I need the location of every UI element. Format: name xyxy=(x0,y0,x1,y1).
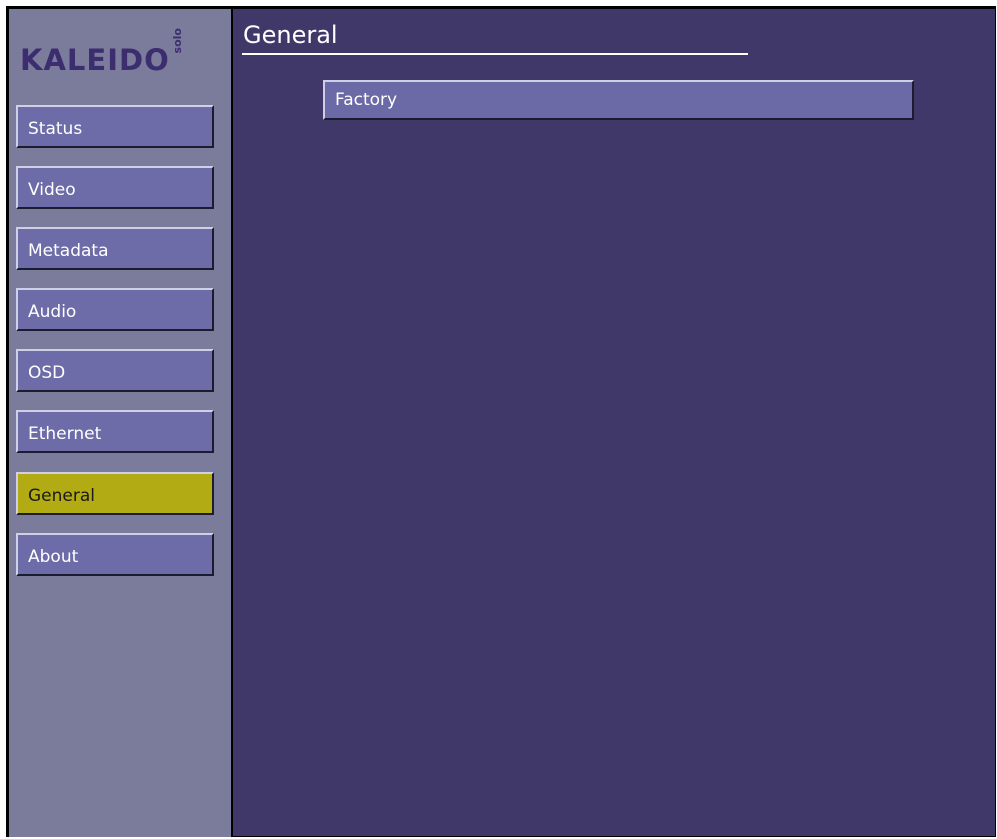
kaleido-logo: KALEIDO solo xyxy=(20,26,184,77)
sidebar-item-label: About xyxy=(28,547,79,567)
logo-text: KALEIDO xyxy=(20,43,170,77)
sidebar-item-audio[interactable]: Audio xyxy=(16,288,214,331)
sidebar-item-status[interactable]: Status xyxy=(16,105,214,148)
sidebar-item-label: Metadata xyxy=(28,241,109,261)
sidebar-item-label: Video xyxy=(28,180,76,200)
sidebar-item-osd[interactable]: OSD xyxy=(16,349,214,392)
sidebar-item-label: General xyxy=(28,486,95,506)
sidebar-item-metadata[interactable]: Metadata xyxy=(16,227,214,270)
page-title: General xyxy=(243,21,338,49)
factory-button-label: Factory xyxy=(335,90,398,110)
sidebar-item-about[interactable]: About xyxy=(16,533,214,576)
sidebar-item-general[interactable]: General xyxy=(16,472,214,515)
sidebar-item-ethernet[interactable]: Ethernet xyxy=(16,410,214,453)
title-underline xyxy=(242,53,748,55)
main-panel: General Factory xyxy=(233,9,995,836)
sidebar-item-label: Audio xyxy=(28,302,77,322)
sidebar-item-label: OSD xyxy=(28,363,66,383)
sidebar-item-label: Ethernet xyxy=(28,424,102,444)
sidebar-item-label: Status xyxy=(28,119,83,139)
sidebar-item-video[interactable]: Video xyxy=(16,166,214,209)
logo-subtext: solo xyxy=(170,28,184,54)
factory-button[interactable]: Factory xyxy=(323,80,914,120)
